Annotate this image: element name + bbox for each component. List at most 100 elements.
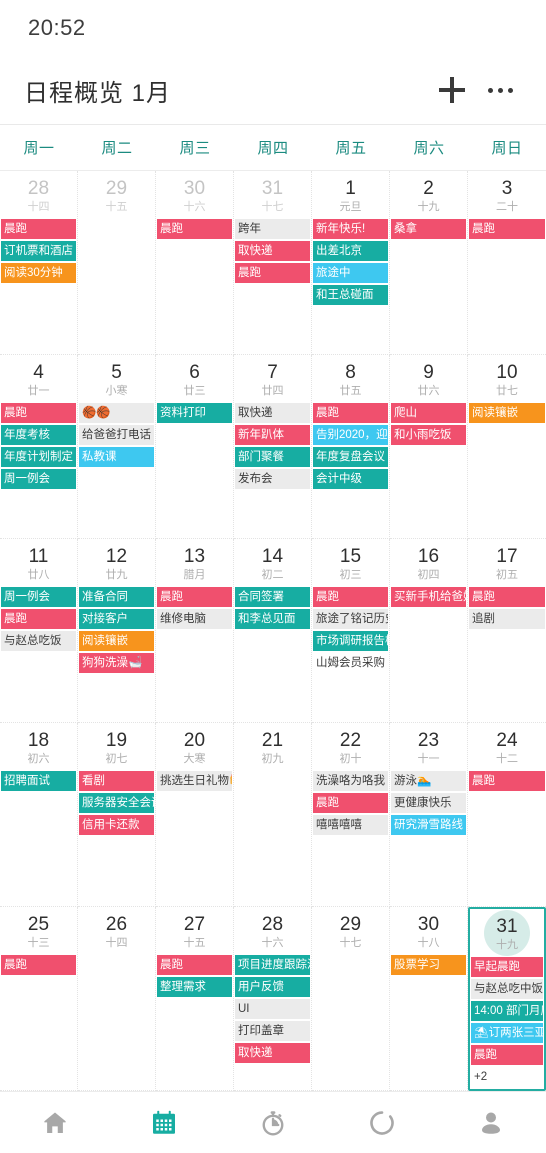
event-chip[interactable]: 打印盖章 bbox=[235, 1021, 310, 1041]
nav-button-calendar[interactable] bbox=[109, 1092, 218, 1153]
event-chip[interactable]: 买新手机给爸妈 bbox=[391, 587, 466, 607]
day-cell-28[interactable]: 28 十四 晨跑 订机票和酒店 阅读30分钟 bbox=[0, 171, 78, 355]
event-chip[interactable]: ⛱订两张三亚的 bbox=[471, 1023, 543, 1043]
event-chip[interactable]: 周一例会 bbox=[1, 587, 76, 607]
day-cell-21[interactable]: 21 初九 bbox=[234, 723, 312, 907]
event-chip[interactable]: 晨跑 bbox=[469, 587, 545, 607]
event-chip[interactable]: 年度计划制定 bbox=[1, 447, 76, 467]
event-chip[interactable]: 🏀🏀 bbox=[79, 403, 154, 423]
day-cell-15[interactable]: 15 初三晨跑旅途了铭记历史市场调研报告模山姆会员采购 bbox=[312, 539, 390, 723]
event-chip[interactable]: 山姆会员采购 bbox=[313, 653, 388, 673]
nav-button-progress-ring[interactable] bbox=[328, 1092, 437, 1153]
event-chip[interactable]: 取快递 bbox=[235, 241, 310, 261]
event-chip[interactable]: 洗澡咯为咯我 bbox=[313, 771, 388, 791]
event-chip[interactable]: +2 bbox=[471, 1067, 543, 1087]
event-chip[interactable]: 合同签署 bbox=[235, 587, 310, 607]
event-chip[interactable]: 和李总见面 bbox=[235, 609, 310, 629]
day-cell-18[interactable]: 18 初六 招聘面试 bbox=[0, 723, 78, 907]
day-cell-11[interactable]: 11 廿八 周一例会 晨跑 与赵总吃饭 bbox=[0, 539, 78, 723]
day-cell-1[interactable]: 1 元旦 新年快乐! 出差北京 旅途中 和王总碰面 bbox=[312, 171, 390, 355]
event-chip[interactable]: 晨跑 bbox=[469, 219, 545, 239]
day-cell-12[interactable]: 12 廿九 准备合同 对接客户 阅读镶嵌 狗狗洗澡🛁 bbox=[78, 539, 156, 723]
event-chip[interactable]: 取快递 bbox=[235, 1043, 310, 1063]
day-cell-31[interactable]: 31 十七 跨年 取快递 晨跑 bbox=[234, 171, 312, 355]
event-chip[interactable]: 14:00 部门月度 bbox=[471, 1001, 543, 1021]
event-chip[interactable]: 告别2020，迎 bbox=[313, 425, 388, 445]
event-chip[interactable]: 桑拿 bbox=[391, 219, 466, 239]
day-cell-3[interactable]: 3 二十 晨跑 bbox=[468, 171, 546, 355]
day-cell-29[interactable]: 29 十七 bbox=[312, 907, 390, 1091]
event-chip[interactable]: 订机票和酒店 bbox=[1, 241, 76, 261]
day-cell-17[interactable]: 17 初五 晨跑 追剧 bbox=[468, 539, 546, 723]
day-cell-22[interactable]: 22 初十 洗澡咯为咯我 晨跑 嘻嘻嘻嘻 bbox=[312, 723, 390, 907]
event-chip[interactable]: 服务器安全会议 bbox=[79, 793, 154, 813]
event-chip[interactable]: 取快递 bbox=[235, 403, 310, 423]
event-chip[interactable]: 旅途中 bbox=[313, 263, 388, 283]
day-cell-31[interactable]: 31 十九早起晨跑与赵总吃中饭14:00 部门月度⛱订两张三亚的晨跑+2 bbox=[468, 907, 546, 1091]
event-chip[interactable]: 晨跑 bbox=[471, 1045, 543, 1065]
event-chip[interactable]: 研究滑雪路线 bbox=[391, 815, 466, 835]
event-chip[interactable]: 新年趴体 bbox=[235, 425, 310, 445]
event-chip[interactable]: 新年快乐! bbox=[313, 219, 388, 239]
day-cell-16[interactable]: 16 初四买新手机给爸妈 bbox=[390, 539, 468, 723]
event-chip[interactable]: 跨年 bbox=[235, 219, 310, 239]
event-chip[interactable]: 私教课 bbox=[79, 447, 154, 467]
event-chip[interactable]: 和王总碰面 bbox=[313, 285, 388, 305]
day-cell-6[interactable]: 6 廿三 资料打印 bbox=[156, 355, 234, 539]
event-chip[interactable]: 市场调研报告模 bbox=[313, 631, 388, 651]
nav-button-timer[interactable] bbox=[218, 1092, 327, 1153]
event-chip[interactable]: 阅读30分钟 bbox=[1, 263, 76, 283]
event-chip[interactable]: 爬山 bbox=[391, 403, 466, 423]
day-cell-9[interactable]: 9 廿六 爬山 和小雨吃饭 bbox=[390, 355, 468, 539]
event-chip[interactable]: 年度考核 bbox=[1, 425, 76, 445]
event-chip[interactable]: 会计中级 bbox=[313, 469, 388, 489]
event-chip[interactable]: 晨跑 bbox=[157, 219, 232, 239]
day-cell-29[interactable]: 29 十五 bbox=[78, 171, 156, 355]
day-cell-28[interactable]: 28 十六项目进度跟踪汇用户反馈UI打印盖章取快递 bbox=[234, 907, 312, 1091]
event-chip[interactable]: 与赵总吃饭 bbox=[1, 631, 76, 651]
event-chip[interactable]: 用户反馈 bbox=[235, 977, 310, 997]
event-chip[interactable]: 追剧 bbox=[469, 609, 545, 629]
event-chip[interactable]: 狗狗洗澡🛁 bbox=[79, 653, 154, 673]
day-cell-23[interactable]: 23 十一 游泳🏊 更健康快乐 研究滑雪路线 bbox=[390, 723, 468, 907]
event-chip[interactable]: 晨跑 bbox=[313, 793, 388, 813]
day-cell-20[interactable]: 20 大寒挑选生日礼物🎁 bbox=[156, 723, 234, 907]
more-options-button[interactable] bbox=[476, 66, 524, 114]
day-cell-14[interactable]: 14 初二 合同签署 和李总见面 bbox=[234, 539, 312, 723]
event-chip[interactable]: 年度复盘会议 bbox=[313, 447, 388, 467]
event-chip[interactable]: 信用卡还款 bbox=[79, 815, 154, 835]
event-chip[interactable]: 晨跑 bbox=[469, 771, 545, 791]
event-chip[interactable]: 早起晨跑 bbox=[471, 957, 543, 977]
day-cell-7[interactable]: 7 廿四 取快递 新年趴体 部门聚餐 发布会 bbox=[234, 355, 312, 539]
event-chip[interactable]: 出差北京 bbox=[313, 241, 388, 261]
event-chip[interactable]: 晨跑 bbox=[157, 587, 232, 607]
day-cell-19[interactable]: 19 初七看剧服务器安全会议信用卡还款 bbox=[78, 723, 156, 907]
event-chip[interactable]: 资料打印 bbox=[157, 403, 232, 423]
event-chip[interactable]: 晨跑 bbox=[1, 955, 76, 975]
event-chip[interactable]: 晨跑 bbox=[1, 609, 76, 629]
event-chip[interactable]: 周一例会 bbox=[1, 469, 76, 489]
event-chip[interactable]: 整理需求 bbox=[157, 977, 232, 997]
event-chip[interactable]: 与赵总吃中饭 bbox=[471, 979, 543, 999]
event-chip[interactable]: 晨跑 bbox=[1, 403, 76, 423]
event-chip[interactable]: 挑选生日礼物🎁 bbox=[157, 771, 232, 791]
day-cell-10[interactable]: 10 廿七 阅读镶嵌 bbox=[468, 355, 546, 539]
event-chip[interactable]: 更健康快乐 bbox=[391, 793, 466, 813]
event-chip[interactable]: 发布会 bbox=[235, 469, 310, 489]
nav-button-home[interactable] bbox=[0, 1092, 109, 1153]
event-chip[interactable]: 准备合同 bbox=[79, 587, 154, 607]
event-chip[interactable]: 晨跑 bbox=[157, 955, 232, 975]
event-chip[interactable]: 和小雨吃饭 bbox=[391, 425, 466, 445]
event-chip[interactable]: 对接客户 bbox=[79, 609, 154, 629]
event-chip[interactable]: 晨跑 bbox=[235, 263, 310, 283]
event-chip[interactable]: 项目进度跟踪汇 bbox=[235, 955, 310, 975]
day-cell-13[interactable]: 13 腊月 晨跑 维修电脑 bbox=[156, 539, 234, 723]
event-chip[interactable]: 游泳🏊 bbox=[391, 771, 466, 791]
day-cell-30[interactable]: 30 十八 股票学习 bbox=[390, 907, 468, 1091]
event-chip[interactable]: UI bbox=[235, 999, 310, 1019]
event-chip[interactable]: 晨跑 bbox=[1, 219, 76, 239]
day-cell-25[interactable]: 25 十三 晨跑 bbox=[0, 907, 78, 1091]
day-cell-2[interactable]: 2 十九 桑拿 bbox=[390, 171, 468, 355]
day-cell-26[interactable]: 26 十四 bbox=[78, 907, 156, 1091]
event-chip[interactable]: 部门聚餐 bbox=[235, 447, 310, 467]
